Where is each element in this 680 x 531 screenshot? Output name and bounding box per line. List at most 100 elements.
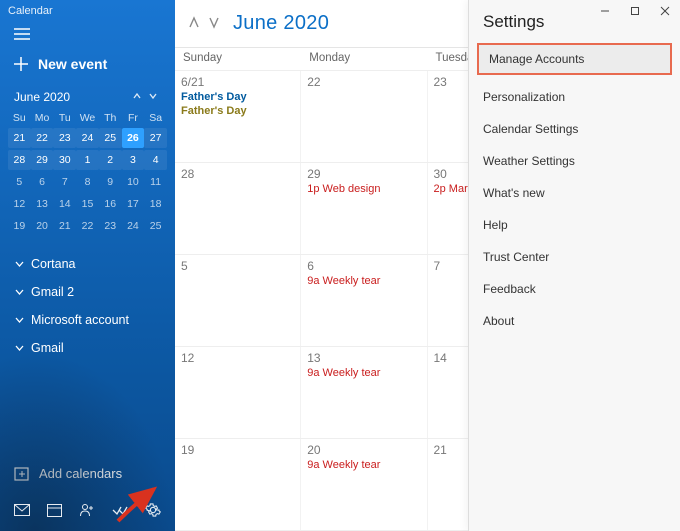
mini-cal-day[interactable]: 25 [99,128,122,148]
settings-item[interactable]: Trust Center [469,241,680,273]
account-item[interactable]: Microsoft account [0,306,175,334]
chevron-down-icon [14,287,25,298]
mini-cal-dow: We [76,110,99,126]
next-period[interactable] [205,12,223,35]
mini-cal-prev[interactable] [129,90,145,104]
day-number: 13 [307,351,420,365]
mini-cal-day[interactable]: 3 [122,150,145,170]
day-number: 29 [307,167,420,181]
mini-cal-day[interactable]: 20 [31,216,54,236]
day-number: 6/21 [181,75,294,89]
maximize-button[interactable] [620,0,650,22]
mini-cal-day[interactable]: 22 [31,128,54,148]
day-cell[interactable]: 13 9a Weekly tear [301,347,427,438]
account-item[interactable]: Cortana [0,250,175,278]
mini-cal-day[interactable]: 27 [144,128,167,148]
mini-cal-day[interactable]: 26 [122,128,145,148]
mini-cal-dow: Sa [144,110,167,126]
settings-item[interactable]: Calendar Settings [469,113,680,145]
close-button[interactable] [650,0,680,22]
calendar-event[interactable]: 9a Weekly tear [307,367,420,379]
mini-cal-day[interactable]: 9 [99,172,122,192]
chevron-down-icon [14,315,25,326]
settings-item[interactable]: About [469,305,680,337]
hamburger-icon[interactable] [0,22,175,46]
mini-cal-day[interactable]: 13 [31,194,54,214]
mini-cal-day[interactable]: 25 [144,216,167,236]
add-calendars-label: Add calendars [39,466,122,481]
mini-cal-next[interactable] [145,90,161,104]
mini-cal-day[interactable]: 11 [144,172,167,192]
chevron-down-icon [14,343,25,354]
settings-item[interactable]: Manage Accounts [477,43,672,75]
people-icon[interactable] [74,499,100,521]
calendar-event[interactable]: Father's Day [181,91,294,103]
mini-cal-day[interactable]: 23 [53,128,76,148]
mini-cal-day[interactable]: 12 [8,194,31,214]
mini-cal-day[interactable]: 6 [31,172,54,192]
mini-cal-day[interactable]: 18 [144,194,167,214]
minimize-button[interactable] [590,0,620,22]
new-event-button[interactable]: New event [0,46,175,84]
day-cell[interactable]: 20 9a Weekly tear [301,439,427,530]
mini-cal-day[interactable]: 17 [122,194,145,214]
settings-item[interactable]: What's new [469,177,680,209]
day-number: 19 [181,443,294,457]
mini-cal-day[interactable]: 29 [31,150,54,170]
mini-cal-day[interactable]: 5 [8,172,31,192]
account-item[interactable]: Gmail 2 [0,278,175,306]
mini-cal-day[interactable]: 8 [76,172,99,192]
calendar-event[interactable]: Father's Day [181,105,294,117]
mini-cal-day[interactable]: 15 [76,194,99,214]
todo-icon[interactable] [107,499,133,521]
mini-cal-day[interactable]: 19 [8,216,31,236]
mini-cal-day[interactable]: 24 [122,216,145,236]
mini-cal-day[interactable]: 1 [76,150,99,170]
day-cell[interactable]: 6 9a Weekly tear [301,255,427,346]
prev-period[interactable] [185,12,203,35]
settings-panel: Settings Manage AccountsPersonalizationC… [468,0,680,531]
day-cell[interactable]: 22 [301,71,427,162]
day-cell[interactable]: 29 1p Web design [301,163,427,254]
month-title[interactable]: June 2020 [233,12,329,35]
mini-cal-dow: Tu [53,110,76,126]
mini-cal-day[interactable]: 2 [99,150,122,170]
sidebar: Calendar New event June 2020 SuMoTuWeThF… [0,0,175,531]
mini-cal-day[interactable]: 28 [8,150,31,170]
settings-icon[interactable] [140,499,166,521]
add-calendars-button[interactable]: Add calendars [0,456,175,491]
mini-cal-day[interactable]: 10 [122,172,145,192]
mini-cal-day[interactable]: 30 [53,150,76,170]
day-cell[interactable]: 6/21 Father's Day Father's Day [175,71,301,162]
mini-cal-day[interactable]: 22 [76,216,99,236]
settings-item[interactable]: Feedback [469,273,680,305]
settings-item[interactable]: Weather Settings [469,145,680,177]
mini-cal-day[interactable]: 21 [53,216,76,236]
account-label: Gmail 2 [31,285,74,299]
mini-cal-day[interactable]: 7 [53,172,76,192]
day-number: 20 [307,443,420,457]
day-cell[interactable]: 19 [175,439,301,530]
mini-cal-day[interactable]: 21 [8,128,31,148]
day-cell[interactable]: 28 [175,163,301,254]
day-cell[interactable]: 12 [175,347,301,438]
mini-cal-day[interactable]: 24 [76,128,99,148]
plus-icon [14,57,28,71]
window-controls [590,0,680,22]
calendar-event[interactable]: 9a Weekly tear [307,275,420,287]
calendar-icon[interactable] [42,499,68,521]
day-cell[interactable]: 5 [175,255,301,346]
settings-item[interactable]: Personalization [469,81,680,113]
calendar-event[interactable]: 1p Web design [307,183,420,195]
calendar-event[interactable]: 9a Weekly tear [307,459,420,471]
day-number: 22 [307,75,420,89]
mini-cal-dow: Su [8,110,31,126]
mini-cal-day[interactable]: 16 [99,194,122,214]
mail-icon[interactable] [9,499,35,521]
mini-cal-day[interactable]: 23 [99,216,122,236]
account-item[interactable]: Gmail [0,334,175,362]
mini-cal-day[interactable]: 14 [53,194,76,214]
mini-cal-day[interactable]: 4 [144,150,167,170]
day-number: 6 [307,259,420,273]
settings-item[interactable]: Help [469,209,680,241]
